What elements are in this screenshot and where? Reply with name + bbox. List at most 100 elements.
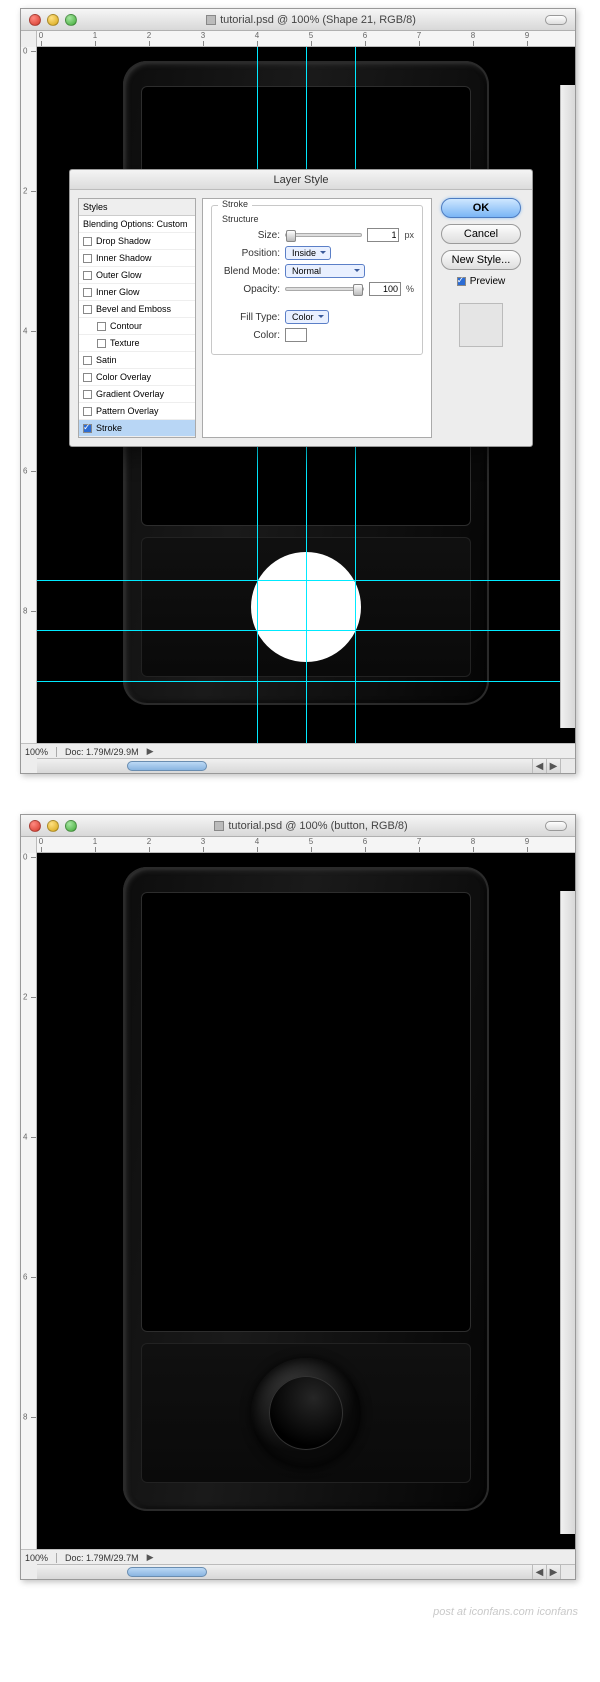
style-checkbox[interactable] xyxy=(83,356,92,365)
opacity-slider[interactable] xyxy=(285,287,364,291)
style-item-color-overlay[interactable]: Color Overlay xyxy=(79,369,195,386)
fill-type-popup[interactable]: Color xyxy=(285,310,329,324)
document-proxy-icon[interactable] xyxy=(214,821,224,831)
opacity-row: Opacity: % xyxy=(220,282,414,296)
style-checkbox[interactable] xyxy=(83,271,92,280)
style-item-texture[interactable]: Texture xyxy=(79,335,195,352)
opacity-label: Opacity: xyxy=(220,284,280,295)
style-label: Stroke xyxy=(96,423,122,433)
close-icon[interactable] xyxy=(29,14,41,26)
style-checkbox[interactable] xyxy=(83,254,92,263)
status-menu-icon[interactable]: ▶ xyxy=(147,746,154,757)
ruler-horizontal[interactable]: 0123456789 xyxy=(21,837,575,853)
preview-toggle[interactable]: Preview xyxy=(457,276,506,287)
style-item-pattern-overlay[interactable]: Pattern Overlay xyxy=(79,403,195,420)
scrollbar-vertical[interactable] xyxy=(560,891,575,1534)
new-style-button[interactable]: New Style... xyxy=(441,250,521,270)
zoom-icon[interactable] xyxy=(65,820,77,832)
style-item-inner-glow[interactable]: Inner Glow xyxy=(79,284,195,301)
workspace: 02468 xyxy=(21,853,575,1549)
style-item-bevel-and-emboss[interactable]: Bevel and Emboss xyxy=(79,301,195,318)
style-checkbox[interactable] xyxy=(83,407,92,416)
zoom-level[interactable]: 100% xyxy=(25,747,48,757)
stroke-color-swatch[interactable] xyxy=(285,328,307,342)
titlebar[interactable]: tutorial.psd @ 100% (button, RGB/8) xyxy=(21,815,575,837)
ruler-ticks: 0123456789 xyxy=(37,31,575,46)
style-item-gradient-overlay[interactable]: Gradient Overlay xyxy=(79,386,195,403)
scrollbar-horizontal[interactable]: ◀ ▶ xyxy=(37,1564,560,1579)
device-shape[interactable] xyxy=(123,867,489,1511)
dialog-buttons: OK Cancel New Style... Preview xyxy=(438,198,524,438)
scroll-thumb[interactable] xyxy=(127,761,207,771)
style-checkbox[interactable] xyxy=(83,424,92,433)
canvas[interactable] xyxy=(37,853,575,1549)
titlebar[interactable]: tutorial.psd @ 100% (Shape 21, RGB/8) xyxy=(21,9,575,31)
layer-style-dialog[interactable]: Layer Style Styles Blending Options: Cus… xyxy=(69,169,533,447)
style-checkbox[interactable] xyxy=(83,305,92,314)
style-checkbox[interactable] xyxy=(97,322,106,331)
ruler-origin[interactable] xyxy=(21,837,37,853)
ruler-origin[interactable] xyxy=(21,31,37,47)
ruler-vertical[interactable]: 02468 xyxy=(21,853,37,1549)
status-menu-icon[interactable]: ▶ xyxy=(147,1552,154,1563)
style-item-satin[interactable]: Satin xyxy=(79,352,195,369)
toolbar-pill-icon[interactable] xyxy=(545,15,567,25)
resize-grip-icon[interactable] xyxy=(560,758,575,773)
preview-label: Preview xyxy=(470,276,506,287)
dialog-title[interactable]: Layer Style xyxy=(70,170,532,190)
traffic-lights[interactable] xyxy=(29,14,77,26)
zoom-icon[interactable] xyxy=(65,14,77,26)
style-checkbox[interactable] xyxy=(83,237,92,246)
toolbar-pill-icon[interactable] xyxy=(545,821,567,831)
style-checkbox[interactable] xyxy=(97,339,106,348)
zoom-level[interactable]: 100% xyxy=(25,1553,48,1563)
style-item-contour[interactable]: Contour xyxy=(79,318,195,335)
ruler-horizontal[interactable]: 0123456789 xyxy=(21,31,575,47)
position-popup[interactable]: Inside xyxy=(285,246,331,260)
scrollbar-vertical[interactable] xyxy=(560,85,575,728)
scroll-right-icon[interactable]: ▶ xyxy=(546,1565,560,1579)
blending-options-row[interactable]: Blending Options: Custom xyxy=(79,216,195,233)
scroll-right-icon[interactable]: ▶ xyxy=(546,759,560,773)
guide-horizontal[interactable] xyxy=(37,681,575,682)
guide-horizontal[interactable] xyxy=(37,580,575,581)
click-wheel-button[interactable] xyxy=(251,1358,361,1468)
structure-group: Structure Size: px Position: Inside xyxy=(220,214,414,304)
device-pad[interactable] xyxy=(141,1343,471,1483)
resize-grip-icon[interactable] xyxy=(560,1564,575,1579)
scroll-left-icon[interactable]: ◀ xyxy=(532,1565,546,1579)
scroll-thumb[interactable] xyxy=(127,1567,207,1577)
styles-sidebar[interactable]: Styles Blending Options: Custom Drop Sha… xyxy=(78,198,196,438)
doc-info[interactable]: Doc: 1.79M/29.9M xyxy=(65,747,139,757)
ruler-ticks: 0123456789 xyxy=(37,837,575,852)
preview-checkbox[interactable] xyxy=(457,277,466,286)
style-item-outer-glow[interactable]: Outer Glow xyxy=(79,267,195,284)
close-icon[interactable] xyxy=(29,820,41,832)
style-checkbox[interactable] xyxy=(83,288,92,297)
style-checkbox[interactable] xyxy=(83,373,92,382)
stroke-panel: Stroke Structure Size: px Position: Insi… xyxy=(202,198,432,438)
minimize-icon[interactable] xyxy=(47,14,59,26)
styles-header[interactable]: Styles xyxy=(79,199,195,216)
style-item-inner-shadow[interactable]: Inner Shadow xyxy=(79,250,195,267)
style-checkbox[interactable] xyxy=(83,390,92,399)
guide-horizontal[interactable] xyxy=(37,630,575,631)
style-item-stroke[interactable]: Stroke xyxy=(79,420,195,437)
style-label: Contour xyxy=(110,321,142,331)
style-label: Pattern Overlay xyxy=(96,406,159,416)
style-item-drop-shadow[interactable]: Drop Shadow xyxy=(79,233,195,250)
style-label: Drop Shadow xyxy=(96,236,151,246)
document-proxy-icon[interactable] xyxy=(206,15,216,25)
size-field[interactable] xyxy=(367,228,399,242)
cancel-button[interactable]: Cancel xyxy=(441,224,521,244)
ruler-vertical[interactable]: 02468 xyxy=(21,47,37,743)
traffic-lights[interactable] xyxy=(29,820,77,832)
scrollbar-horizontal[interactable]: ◀ ▶ xyxy=(37,758,560,773)
blend-mode-popup[interactable]: Normal xyxy=(285,264,365,278)
doc-info[interactable]: Doc: 1.79M/29.7M xyxy=(65,1553,139,1563)
scroll-left-icon[interactable]: ◀ xyxy=(532,759,546,773)
minimize-icon[interactable] xyxy=(47,820,59,832)
size-slider[interactable] xyxy=(285,233,362,237)
ok-button[interactable]: OK xyxy=(441,198,521,218)
opacity-field[interactable] xyxy=(369,282,401,296)
